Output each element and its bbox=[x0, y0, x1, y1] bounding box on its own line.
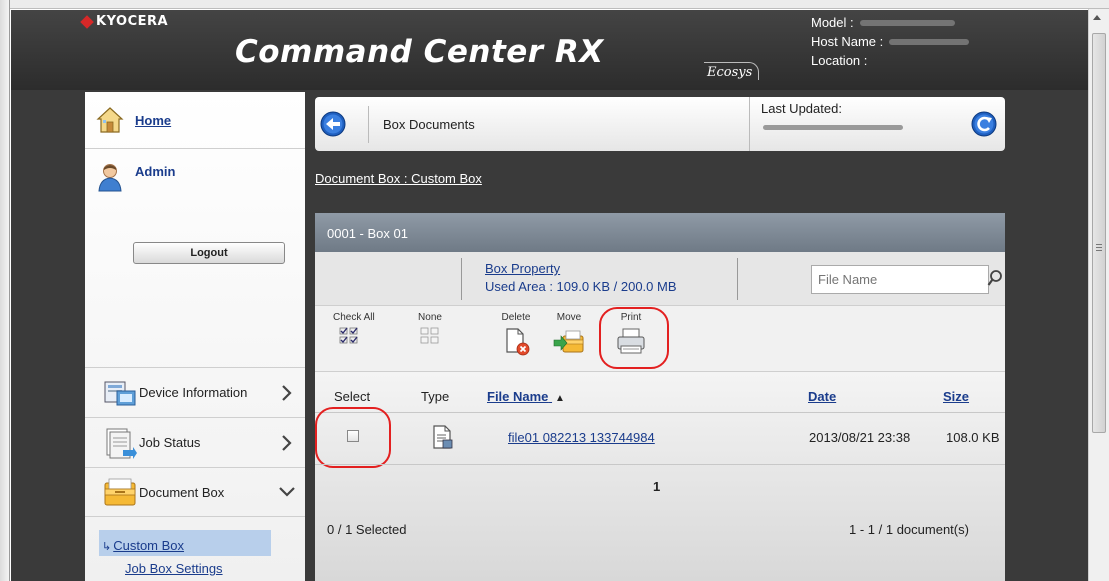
job-status-icon bbox=[106, 428, 137, 459]
kyocera-logo: KYOCERA bbox=[80, 14, 169, 29]
move-button[interactable]: Move bbox=[552, 312, 586, 356]
move-document-icon bbox=[553, 330, 584, 353]
document-list: Select Type File Name ▲ Date Size file01… bbox=[315, 372, 1005, 581]
sidebar-item-document-box[interactable]: Document Box bbox=[85, 467, 305, 517]
search-icon[interactable] bbox=[987, 269, 1003, 287]
custom-box-link[interactable]: Custom Box bbox=[113, 538, 184, 553]
ecosys-logo: Ecosys bbox=[704, 62, 760, 80]
box-property-row: Box Property Used Area : 109.0 KB / 200.… bbox=[315, 252, 1005, 306]
job-status-label: Job Status bbox=[139, 435, 201, 450]
check-all-icon bbox=[339, 327, 358, 344]
last-updated-value-redacted bbox=[763, 125, 903, 130]
page-header: KYOCERA Command Center RX Ecosys Model :… bbox=[11, 10, 1088, 90]
check-all-label: Check All bbox=[333, 312, 375, 323]
sidebar-item-job-status[interactable]: Job Status bbox=[85, 417, 305, 467]
home-link[interactable]: Home bbox=[135, 113, 171, 128]
device-information-label: Device Information bbox=[139, 385, 248, 400]
vertical-scrollbar[interactable] bbox=[1088, 9, 1109, 581]
column-header-type: Type bbox=[421, 389, 450, 404]
page-number[interactable]: 1 bbox=[653, 479, 660, 494]
sidebar-item-admin: Admin bbox=[85, 150, 305, 192]
scroll-up-arrow-icon[interactable] bbox=[1093, 15, 1101, 20]
none-label: None bbox=[418, 312, 442, 323]
row-separator bbox=[315, 412, 1005, 413]
device-info-icon bbox=[104, 381, 136, 405]
home-icon bbox=[96, 107, 124, 133]
divider bbox=[368, 106, 369, 143]
sidebar-subitem-custom-box[interactable]: ↳ Custom Box bbox=[99, 530, 271, 556]
box-property-link[interactable]: Box Property bbox=[485, 261, 560, 276]
top-bar: Box Documents Last Updated: bbox=[315, 97, 1005, 151]
chevron-right-icon bbox=[282, 384, 292, 401]
refresh-icon[interactable] bbox=[971, 111, 997, 137]
file-name-search-input[interactable] bbox=[811, 265, 989, 294]
kyocera-mark-icon bbox=[80, 14, 94, 29]
scroll-thumb[interactable] bbox=[1092, 33, 1106, 433]
document-toolbar: Check All None Delete Move Print bbox=[315, 306, 1005, 372]
document-box-icon bbox=[104, 478, 136, 506]
sub-arrow-icon: ↳ bbox=[102, 541, 112, 553]
sort-ascending-icon: ▲ bbox=[555, 393, 565, 404]
select-highlight-callout bbox=[315, 407, 391, 468]
divider bbox=[737, 258, 738, 300]
document-box-label: Document Box bbox=[139, 484, 225, 500]
row-separator bbox=[315, 464, 1005, 465]
user-icon bbox=[98, 164, 122, 192]
host-value-redacted bbox=[889, 39, 970, 45]
document-count: 1 - 1 / 1 document(s) bbox=[849, 522, 969, 537]
uncheck-all-icon bbox=[420, 327, 439, 344]
window-left-frame bbox=[0, 0, 10, 581]
back-arrow-icon[interactable] bbox=[320, 111, 346, 137]
print-highlight-callout bbox=[599, 307, 669, 369]
column-header-select: Select bbox=[334, 389, 371, 404]
logout-button[interactable]: Logout bbox=[133, 242, 285, 264]
file-size: 108.0 KB bbox=[946, 430, 1000, 445]
box-title: 0001 - Box 01 bbox=[315, 213, 1005, 252]
none-button[interactable]: None bbox=[415, 312, 445, 346]
brand-name: KYOCERA bbox=[96, 14, 169, 29]
used-area-text: Used Area : 109.0 KB / 200.0 MB bbox=[485, 279, 677, 294]
model-value-redacted bbox=[859, 20, 955, 26]
document-type-icon bbox=[433, 425, 453, 449]
file-date: 2013/08/21 23:38 bbox=[809, 430, 911, 445]
window-top-frame bbox=[0, 0, 1109, 9]
delete-label: Delete bbox=[501, 312, 531, 323]
chevron-down-icon bbox=[279, 487, 295, 497]
main-content: Box Documents Last Updated: Document Box… bbox=[311, 92, 1088, 581]
sidebar-item-home[interactable]: Home bbox=[85, 92, 305, 149]
last-updated-label: Last Updated: bbox=[761, 101, 842, 116]
column-header-size[interactable]: Size bbox=[943, 389, 969, 404]
selected-count: 0 / 1 Selected bbox=[327, 522, 407, 537]
sidebar-item-device-information[interactable]: Device Information bbox=[85, 367, 305, 417]
location-label: Location : bbox=[811, 53, 868, 68]
move-label: Move bbox=[556, 312, 582, 323]
host-name-label: Host Name : bbox=[811, 34, 884, 49]
check-all-button[interactable]: Check All bbox=[333, 312, 375, 346]
device-identity: Model : Host Name : Location : bbox=[811, 13, 970, 70]
command-center-page: KYOCERA Command Center RX Ecosys Model :… bbox=[11, 10, 1088, 581]
breadcrumb[interactable]: Document Box : Custom Box bbox=[315, 171, 482, 186]
column-header-date[interactable]: Date bbox=[808, 389, 836, 404]
sidebar: Home Admin Logout Device Information Job… bbox=[85, 92, 305, 581]
chevron-right-icon bbox=[282, 434, 292, 451]
model-label: Model : bbox=[811, 15, 854, 30]
product-title: Command Center RX bbox=[235, 34, 604, 70]
delete-document-icon bbox=[506, 328, 530, 356]
divider bbox=[461, 258, 462, 300]
file-name-header-label: File Name bbox=[487, 389, 549, 404]
divider bbox=[749, 97, 750, 151]
delete-button[interactable]: Delete bbox=[500, 312, 532, 356]
admin-label: Admin bbox=[135, 164, 176, 179]
column-header-file-name[interactable]: File Name ▲ bbox=[487, 389, 565, 404]
file-name-link[interactable]: file01 082213 133744984 bbox=[508, 430, 655, 445]
box-panel: 0001 - Box 01 Box Property Used Area : 1… bbox=[315, 213, 1005, 581]
page-title: Box Documents bbox=[383, 117, 475, 132]
sidebar-subitem-job-box-settings[interactable]: Job Box Settings bbox=[125, 561, 223, 576]
scroll-grip-icon bbox=[1096, 244, 1102, 251]
